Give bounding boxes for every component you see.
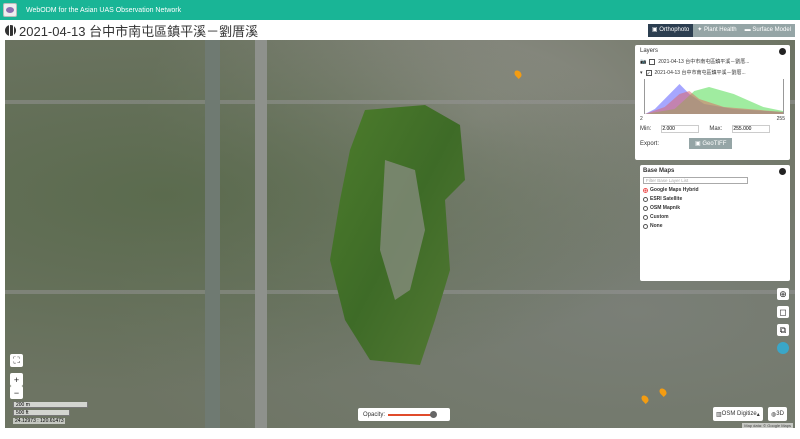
- basemap-option-none[interactable]: None: [643, 223, 787, 229]
- 3d-button[interactable]: ◍ 3D: [768, 407, 787, 421]
- app-brand[interactable]: WebODM for the Asian UAS Observation Net…: [26, 7, 181, 14]
- tab-surface-model[interactable]: ▬ Surface Model: [740, 24, 795, 37]
- opacity-label: Opacity:: [363, 411, 386, 418]
- opacity-control: Opacity:: [358, 408, 450, 421]
- caret-down-icon[interactable]: ▾: [640, 70, 643, 76]
- camera-icon[interactable]: 📷: [640, 59, 646, 65]
- osm-digitize-button[interactable]: ▥ OSM Digitize ▴: [713, 407, 763, 421]
- page-title-text: 2021-04-13 台中市南屯區鎮平溪－劉厝溪: [19, 24, 259, 39]
- layer-label: 2021-04-13 台中市南屯區鎮平溪－劉厝...: [654, 70, 746, 76]
- tab-orthophoto[interactable]: ▣ Orthophoto: [647, 24, 694, 37]
- map-attribution: Map data: © Google Maps: [742, 423, 793, 428]
- layers-title: Layers: [640, 48, 659, 54]
- basemap-option-osm[interactable]: OSM Mapnik: [643, 205, 787, 211]
- app-logo[interactable]: [3, 3, 17, 17]
- top-navbar: WebODM for the Asian UAS Observation Net…: [0, 0, 800, 20]
- basemap-option-google-hybrid[interactable]: Google Maps Hybrid: [643, 187, 787, 193]
- globe-icon: [5, 25, 16, 36]
- coordinates-readout: 24.12973 : 120.61473: [13, 418, 65, 424]
- base-maps-panel: Base Maps Filter Base Layer List Google …: [640, 165, 790, 281]
- measure-area-button[interactable]: ◻: [777, 306, 789, 318]
- scale-metric: 200 m: [13, 402, 88, 408]
- histogram[interactable]: [644, 79, 784, 114]
- page-title: 2021-04-13 台中市南屯區鎮平溪－劉厝溪: [5, 21, 258, 40]
- map-marker-icon[interactable]: [513, 69, 523, 79]
- max-input[interactable]: [732, 125, 771, 133]
- close-icon[interactable]: [779, 168, 786, 175]
- base-maps-title: Base Maps: [643, 168, 675, 174]
- min-input[interactable]: [661, 125, 700, 133]
- map-marker-icon[interactable]: [658, 387, 668, 397]
- min-label: Min:: [640, 126, 652, 132]
- layer-label: 2021-04-13 台中市南屯區鎮平溪－劉厝...: [658, 59, 750, 65]
- basemap-option-esri[interactable]: ESRI Satellite: [643, 196, 787, 202]
- base-layer-filter-input[interactable]: Filter Base Layer List: [643, 177, 748, 184]
- layer-checkbox[interactable]: [649, 58, 656, 65]
- layer-checkbox[interactable]: ✓: [645, 69, 652, 77]
- view-tabs: ▣ Orthophoto ✦ Plant Health ▬ Surface Mo…: [647, 24, 795, 37]
- tab-plant-health[interactable]: ✦ Plant Health: [693, 24, 741, 37]
- add-layer-button[interactable]: ⊕: [777, 288, 789, 300]
- zoom-in-button[interactable]: +: [10, 373, 23, 386]
- scale-imperial: 500 ft: [13, 410, 70, 416]
- close-icon[interactable]: [779, 48, 786, 55]
- zoom-out-button[interactable]: −: [10, 386, 23, 399]
- orthophoto-layer: [330, 105, 465, 365]
- swipe-compare-button[interactable]: ⧉: [777, 324, 789, 336]
- export-label: Export:: [640, 140, 660, 147]
- histogram-min-label: 2: [640, 116, 643, 122]
- layer-row: ▾ ✓ 2021-04-13 台中市南屯區鎮平溪－劉厝...: [640, 69, 785, 77]
- max-label: Max:: [709, 126, 723, 132]
- layer-row: 📷 2021-04-13 台中市南屯區鎮平溪－劉厝...: [640, 58, 785, 65]
- layers-panel: Layers 📷 2021-04-13 台中市南屯區鎮平溪－劉厝... ▾ ✓ 202…: [635, 45, 790, 160]
- histogram-max-label: 255: [776, 116, 785, 122]
- map-marker-icon[interactable]: [640, 394, 650, 404]
- geotiff-export-button[interactable]: ▣ GeoTIFF: [689, 138, 733, 149]
- basemap-option-custom[interactable]: Custom: [643, 214, 787, 220]
- fullscreen-button[interactable]: ⛶: [10, 354, 23, 367]
- layers-globe-button[interactable]: [777, 342, 789, 354]
- opacity-slider[interactable]: [388, 410, 438, 418]
